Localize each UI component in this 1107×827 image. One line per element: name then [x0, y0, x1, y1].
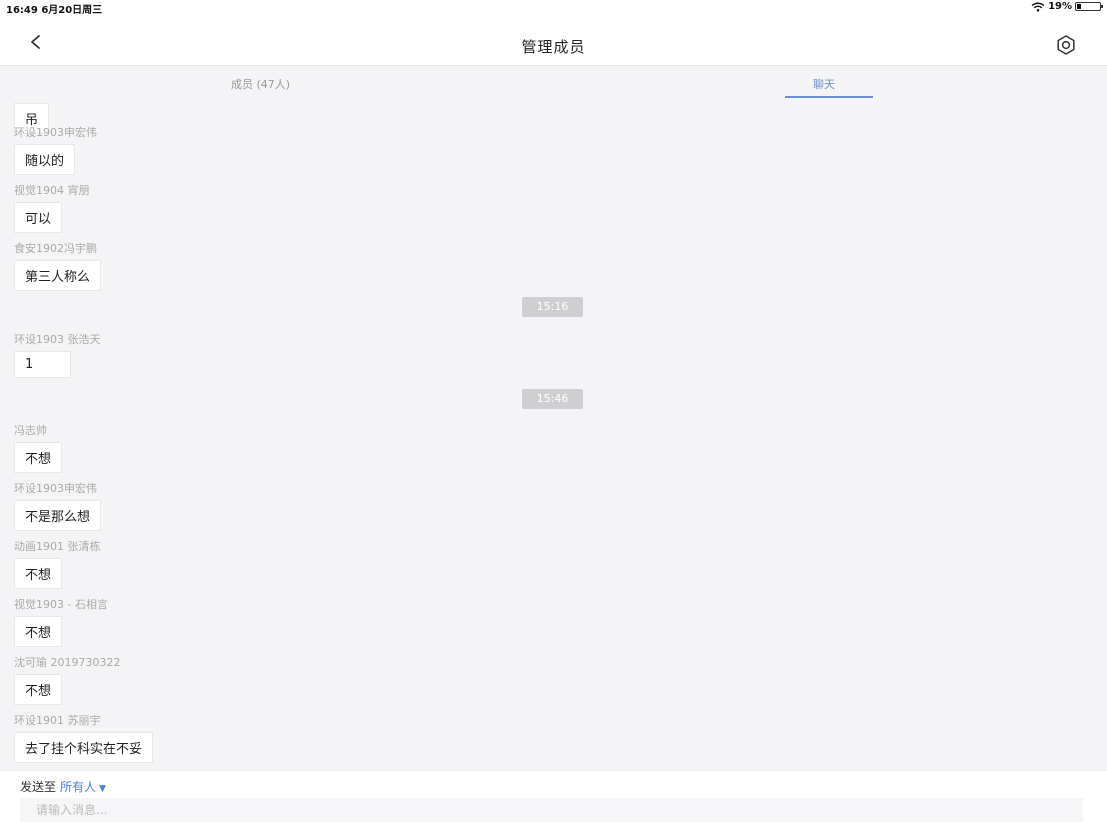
- wifi-icon: [1031, 2, 1045, 12]
- battery-percent: 19%: [1048, 1, 1072, 12]
- send-target-select[interactable]: 所有人: [60, 780, 96, 794]
- tab-active-indicator: [785, 96, 873, 98]
- message-bubble[interactable]: 不想: [14, 442, 63, 473]
- battery-fill: [1077, 4, 1081, 9]
- message-item: 沈可瑜 2019730322 不想: [14, 654, 120, 705]
- message-sender: 食安1902冯宇鹏: [14, 242, 97, 255]
- message-item: 视觉1904 宵朋 可以: [14, 182, 90, 233]
- message-input[interactable]: [20, 798, 1083, 822]
- timestamp-chip: 15:46: [522, 389, 583, 409]
- message-bubble[interactable]: 不是那么想: [14, 500, 102, 531]
- message-item: 环设1903 张浩天 1: [14, 331, 101, 378]
- message-item: 动画1901 张清栋 不想: [14, 538, 101, 589]
- message-sender: 环设1903申宏伟: [14, 126, 97, 139]
- message-item: 冯志帅 不想: [14, 422, 63, 473]
- send-to-label: 发送至: [20, 780, 57, 794]
- status-bar: 16:49 6月20日周三 19%: [0, 0, 1107, 16]
- status-right: 19%: [1031, 1, 1103, 12]
- message-sender: 环设1903 张浩天: [14, 333, 101, 346]
- gear-icon[interactable]: [1055, 34, 1077, 56]
- message-bubble[interactable]: 去了挂个科实在不妥: [14, 732, 154, 763]
- message-sender: 动画1901 张清栋: [14, 540, 101, 553]
- nav-bar: 管理成员: [0, 14, 1107, 66]
- chat-message-list[interactable]: 吊 环设1903申宏伟 随以的 视觉1904 宵朋 可以 食安1902冯宇鹏 第…: [0, 99, 1107, 770]
- message-bubble[interactable]: 第三人称么: [14, 260, 102, 291]
- message-bubble[interactable]: 可以: [14, 202, 63, 233]
- message-sender: 环设1903申宏伟: [14, 482, 97, 495]
- battery-icon: [1075, 2, 1103, 11]
- message-sender: 视觉1903 - 石相言: [14, 598, 108, 611]
- message-item: 视觉1903 - 石相言 不想: [14, 596, 108, 647]
- message-bubble[interactable]: 不想: [14, 616, 63, 647]
- message-bubble[interactable]: 随以的: [14, 144, 76, 175]
- message-item: 环设1901 苏丽宇 去了挂个科实在不妥: [14, 712, 154, 763]
- message-item: 环设1903申宏伟 随以的: [14, 124, 97, 175]
- tab-chat[interactable]: 聊天: [813, 76, 835, 92]
- message-item: 环设1903申宏伟 不是那么想: [14, 480, 102, 531]
- message-sender: 冯志帅: [14, 424, 47, 437]
- tab-bar: 成员 (47人) 聊天: [0, 67, 1107, 99]
- chevron-down-icon[interactable]: ▼: [99, 784, 106, 794]
- composer: 发送至 所有人 ▼: [0, 770, 1107, 827]
- page-title: 管理成员: [521, 38, 586, 56]
- message-bubble[interactable]: 不想: [14, 558, 63, 589]
- message-sender: 沈可瑜 2019730322: [14, 656, 121, 669]
- timestamp-chip: 15:16: [522, 297, 583, 317]
- message-sender: 视觉1904 宵朋: [14, 184, 90, 197]
- tab-members[interactable]: 成员 (47人): [231, 76, 290, 92]
- message-bubble[interactable]: 1: [14, 351, 71, 378]
- message-sender: 环设1901 苏丽宇: [14, 714, 101, 727]
- message-item: 食安1902冯宇鹏 第三人称么: [14, 240, 102, 291]
- send-to-row: 发送至 所有人 ▼: [20, 778, 106, 795]
- message-bubble[interactable]: 不想: [14, 674, 63, 705]
